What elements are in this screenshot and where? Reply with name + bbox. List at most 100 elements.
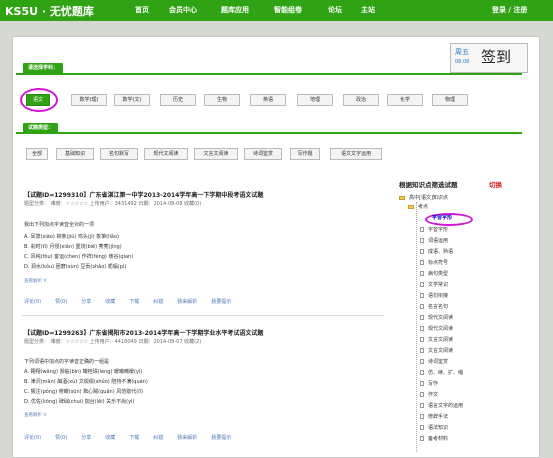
tree-item[interactable]: 文学常识 xyxy=(420,280,448,290)
question-separator xyxy=(22,315,384,316)
type-modern-reading[interactable]: 现代文阅读 xyxy=(144,148,188,160)
tree-item[interactable]: 文言文阅读 xyxy=(420,346,453,356)
tree-item[interactable]: 修辞手法 xyxy=(420,412,448,422)
tree-item[interactable]: 作文 xyxy=(420,390,438,400)
analyze-button[interactable]: 我来解析 xyxy=(177,298,197,305)
tree-item[interactable]: 备考材料 xyxy=(420,434,448,444)
question-stem: 下列词语中加点的字读音正确的一组是 xyxy=(24,359,110,365)
document-icon xyxy=(420,370,424,375)
sign-in-box[interactable]: 周五 08.08 签到 xyxy=(450,43,528,73)
tree-item[interactable]: 成语、熟语 xyxy=(420,247,453,257)
document-icon xyxy=(420,304,424,309)
view-analysis-link[interactable]: 查看解析 ∀ xyxy=(24,412,47,418)
document-icon xyxy=(420,348,424,353)
download-button[interactable]: 下载 xyxy=(129,434,139,441)
nav-smart-exam-builder[interactable]: 智能组卷 xyxy=(274,5,302,15)
date-label: 08.08 xyxy=(455,59,470,65)
type-classical-reading[interactable]: 文言文阅读 xyxy=(194,148,238,160)
like-button[interactable]: 赞(0) xyxy=(55,434,67,441)
option-c: C. 风纯(fǒu) 客运(chen) 作祥(fèng) 坡谷(qian) xyxy=(24,254,134,260)
option-d: D. 洞水(kǒu) 困窘(xùn) 豆贡(shǎo) 栀榀(pì) xyxy=(24,264,127,270)
tree-item[interactable]: 字音字形 xyxy=(420,225,448,235)
document-icon xyxy=(420,249,424,254)
nav-home[interactable]: 首页 xyxy=(135,5,149,15)
tree-item[interactable]: 语句衔接 xyxy=(420,291,448,301)
type-famous-quotes[interactable]: 名句默写 xyxy=(100,148,138,160)
report-error-button[interactable]: 纠错 xyxy=(153,298,163,305)
subject-geography[interactable]: 地理 xyxy=(297,94,333,106)
type-all[interactable]: 全部 xyxy=(26,148,48,160)
question-meta: 题型分类： 难度：☆☆☆☆☆ 上传用户：3431492 日期：2014-08-0… xyxy=(24,201,202,207)
option-b: B. 津沢(mān) 酗酒(xù) 文缀缀(shǔo) 陪持不满(quán) xyxy=(24,379,148,385)
option-a: A. 凤箫(xiāo) 柳条(jiù) 鸡头(jì) 象笋(liǎo) xyxy=(24,234,119,240)
tree-item[interactable]: 语法知识 xyxy=(420,423,448,433)
tree-item[interactable]: 词语运用 xyxy=(420,236,448,246)
type-poetry-appreciation[interactable]: 诗词鉴赏 xyxy=(244,148,282,160)
weekday-label: 周五 xyxy=(455,48,469,56)
subject-physics[interactable]: 物理 xyxy=(432,94,468,106)
nav-member-center[interactable]: 会员中心 xyxy=(169,5,197,15)
tree-item[interactable]: 诗词鉴赏 xyxy=(420,357,448,367)
type-writing[interactable]: 写作题 xyxy=(290,148,320,160)
hint-button[interactable]: 我要提示 xyxy=(211,434,231,441)
download-button[interactable]: 下载 xyxy=(129,298,139,305)
tree-item[interactable]: 写作 xyxy=(420,379,438,389)
document-icon xyxy=(420,425,424,430)
type-language-usage[interactable]: 语文文字运用 xyxy=(330,148,382,160)
type-basic-knowledge[interactable]: 基础知识 xyxy=(56,148,94,160)
document-icon xyxy=(420,238,424,243)
document-icon xyxy=(420,271,424,276)
sign-in-button[interactable]: 签到 xyxy=(481,46,511,67)
tree-item[interactable]: 病句类型 xyxy=(420,269,448,279)
login-register-link[interactable]: 登录 / 注册 xyxy=(492,5,527,15)
view-analysis-link[interactable]: 查看解析 ∀ xyxy=(24,278,47,284)
nav-forum[interactable]: 论坛 xyxy=(328,5,342,15)
favorite-button[interactable]: 收藏 xyxy=(105,434,115,441)
tree-item[interactable]: 现代文阅读 xyxy=(420,324,453,334)
subject-english[interactable]: 英语 xyxy=(250,94,286,106)
tree-guide-line xyxy=(416,202,417,452)
subject-history[interactable]: 历史 xyxy=(160,94,196,106)
tree-item[interactable]: 标点符号 xyxy=(420,258,448,268)
tree-item[interactable]: 名言名句 xyxy=(420,302,448,312)
tree-item[interactable]: 仿、续、扩、缩 xyxy=(420,368,463,378)
hint-button[interactable]: 我要提示 xyxy=(211,298,231,305)
document-icon xyxy=(420,293,424,298)
share-button[interactable]: 分享 xyxy=(81,434,91,441)
question-stem: 我出下列加点字读音全对的一项 xyxy=(24,222,95,228)
share-button[interactable]: 分享 xyxy=(81,298,91,305)
option-a: A. 翱翔(wǎng) 濒临(bīn) 罐桂珠(léng) 暖曦晞暧(yǐ) xyxy=(24,369,143,375)
tree-item[interactable]: 文言文阅读 xyxy=(420,335,453,345)
type-section-label: 试题类型： xyxy=(23,123,59,134)
nav-main-site[interactable]: 主站 xyxy=(361,5,375,15)
tree-item-selected[interactable]: 字音字形 xyxy=(432,214,452,221)
document-icon xyxy=(420,315,424,320)
tree-root-label: 高中[语文]知识点 xyxy=(409,195,448,201)
question-title[interactable]: 【试题ID=1299310】广东省湛江第一中学2013-2014学年高一下学期中… xyxy=(24,190,263,199)
switch-link[interactable]: 切换 xyxy=(489,179,502,189)
comment-button[interactable]: 评论(0) xyxy=(24,434,41,441)
subject-section-label: 请选择学科： xyxy=(23,63,64,74)
subject-biology[interactable]: 生物 xyxy=(204,94,240,106)
document-icon xyxy=(420,381,424,386)
subject-math-arts[interactable]: 数学(文) xyxy=(114,94,150,106)
nav-question-bank-apps[interactable]: 题库应用 xyxy=(221,5,249,15)
comment-button[interactable]: 评论(0) xyxy=(24,298,41,305)
tree-branch[interactable]: 考点 xyxy=(408,202,428,212)
site-logo[interactable]: KS5U · 无忧题库 xyxy=(5,3,94,19)
document-icon xyxy=(420,260,424,265)
document-icon xyxy=(420,403,424,408)
favorite-button[interactable]: 收藏 xyxy=(105,298,115,305)
tree-item[interactable]: 现代文阅读 xyxy=(420,313,453,323)
subject-math-science[interactable]: 数学(理) xyxy=(71,94,107,106)
tree-item[interactable]: 语言文字的运用 xyxy=(420,401,463,411)
subject-chemistry[interactable]: 化学 xyxy=(387,94,423,106)
subject-divider xyxy=(16,73,522,75)
report-error-button[interactable]: 纠错 xyxy=(153,434,163,441)
subject-politics[interactable]: 政治 xyxy=(343,94,379,106)
like-button[interactable]: 赞(0) xyxy=(55,298,67,305)
document-icon xyxy=(420,359,424,364)
analyze-button[interactable]: 我来解析 xyxy=(177,434,197,441)
option-d: D. 优佐(kōng) 碑础(chuí) 揣台(lěi) 关乐不尚(yì) xyxy=(24,399,135,405)
question-title[interactable]: 【试题ID=1299263】广东省揭阳市2013-2014学年高一下学期学业水平… xyxy=(24,328,263,337)
